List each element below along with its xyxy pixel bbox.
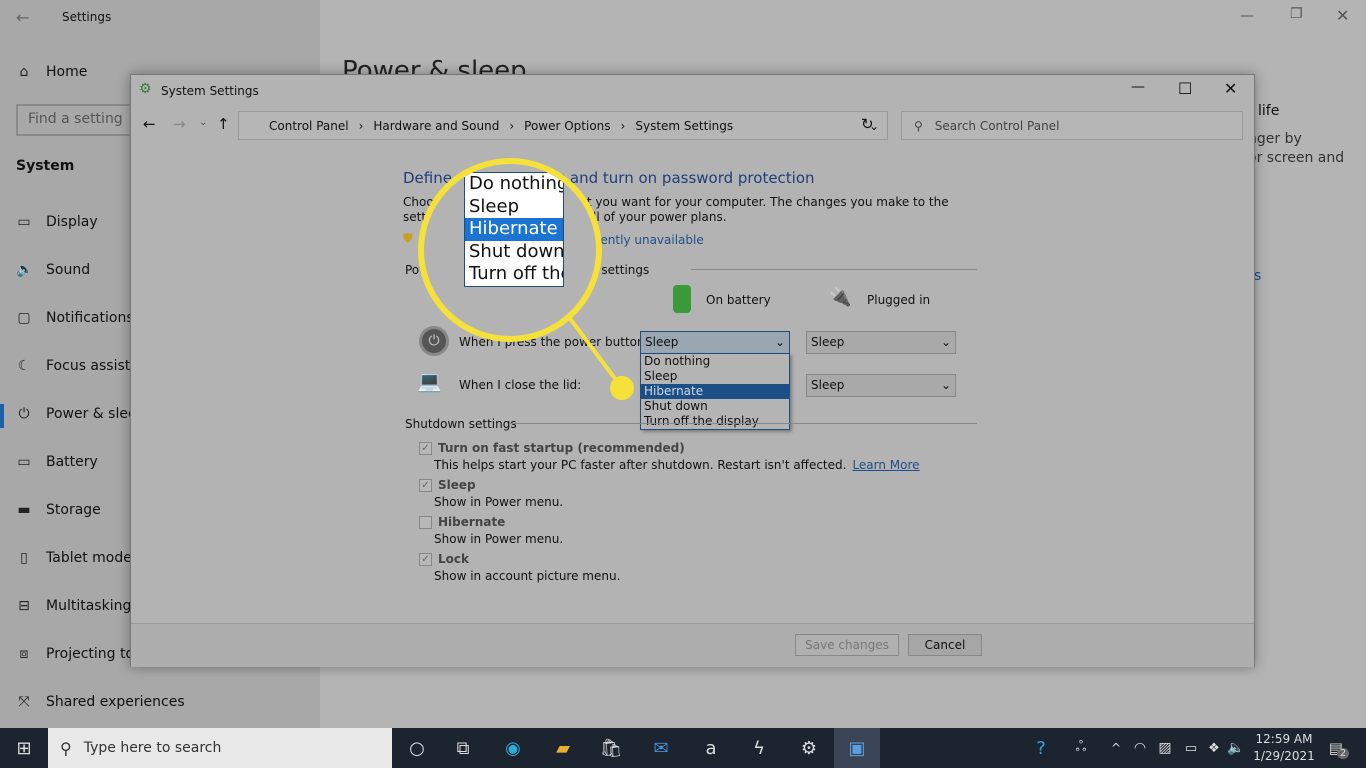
battery-tray-icon[interactable]: ▭ (1180, 728, 1202, 768)
magnifier-callout: Do nothing Sleep Hibernate Shut down Turn of… (418, 158, 602, 342)
task-view-icon[interactable]: ⧉ (440, 728, 486, 768)
app-icon[interactable]: ϟ (736, 728, 782, 768)
magnified-option: Do nothing (469, 173, 563, 194)
magnifier-pointer (543, 283, 634, 400)
volume-icon[interactable]: 🔈 (1226, 728, 1246, 768)
edge-icon[interactable]: ◉ (490, 728, 536, 768)
control-panel-taskbar-icon[interactable]: ▣ (834, 728, 880, 768)
notification-count: 2 (1336, 747, 1350, 759)
search-icon: ⚲ (60, 738, 72, 758)
amazon-icon[interactable]: a (688, 728, 734, 768)
file-explorer-icon[interactable]: ▰ (540, 728, 586, 768)
chevron-up-icon[interactable]: ^ (1108, 728, 1124, 768)
cortana-icon[interactable]: ○ (394, 728, 440, 768)
magnified-option: Sleep (469, 195, 520, 217)
settings-gear-icon[interactable]: ⚙ (786, 728, 832, 768)
help-icon[interactable]: ? (1028, 728, 1054, 768)
magnified-option: Turn off the display (469, 263, 563, 284)
magnified-option: Shut down (469, 240, 563, 262)
pointer-dot (610, 376, 634, 400)
people-icon[interactable]: ஃ (1070, 728, 1092, 768)
action-center-icon[interactable]: ▤ 2 (1324, 728, 1354, 768)
store-icon[interactable]: 🛍 (588, 728, 634, 768)
mail-icon[interactable]: ✉ (638, 728, 684, 768)
dropbox-icon[interactable]: ❖ (1204, 728, 1224, 768)
taskbar-search[interactable]: ⚲ Type here to search (48, 728, 392, 768)
taskbar: ⊞ ⚲ Type here to search ○ ⧉ ◉ ▰ 🛍 ✉ a ϟ ⚙… (0, 728, 1366, 768)
magnified-dropdown: Do nothing Sleep Hibernate Shut down Turn of… (464, 172, 564, 287)
magnified-option: Hibernate (465, 218, 563, 241)
sync-icon[interactable]: ▨ (1154, 728, 1176, 768)
windows-start-icon[interactable]: ⊞ (0, 728, 48, 768)
wifi-icon[interactable]: ◠ (1130, 728, 1150, 768)
clock[interactable]: 12:59 AM 1/29/2021 (1252, 731, 1316, 765)
